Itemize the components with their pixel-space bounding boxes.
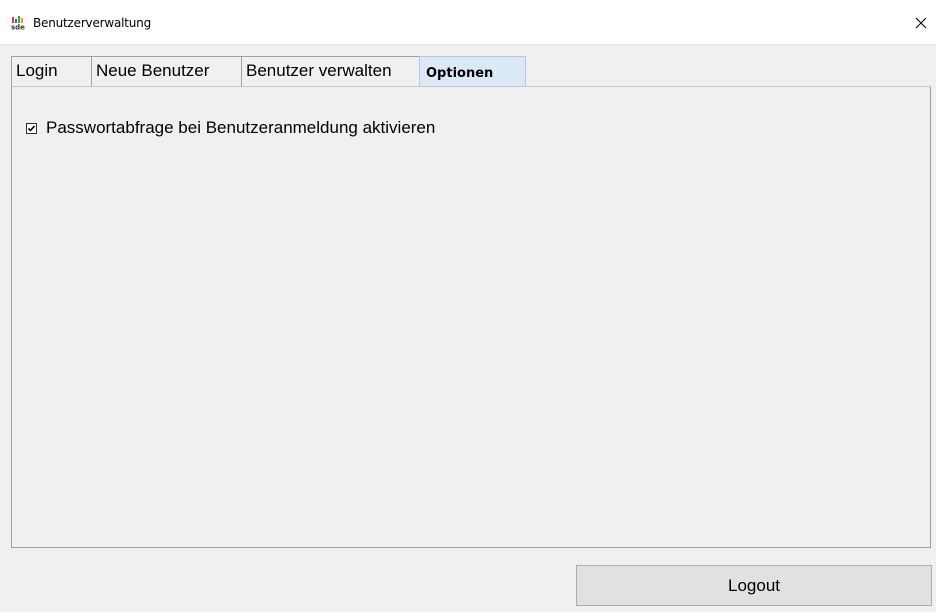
optionen-panel [11,86,931,548]
password-prompt-option[interactable]: Passwortabfrage bei Benutzeranmeldung ak… [26,118,435,138]
svg-text:sde: sde [11,24,25,31]
close-button[interactable] [906,8,936,38]
password-prompt-label: Passwortabfrage bei Benutzeranmeldung ak… [46,118,436,137]
tab-label: Neue Benutzer [96,61,210,80]
tab-benutzer-verwalten[interactable]: Benutzer verwalten [241,56,420,86]
app-icon: sde [11,16,29,32]
tab-label: Optionen [426,66,494,81]
close-icon [915,17,927,29]
tab-label: Login [16,61,58,80]
tab-strip: Login Neue Benutzer Benutzer verwalten O… [11,56,526,86]
checkmark-icon [27,124,36,132]
tab-neue-benutzer[interactable]: Neue Benutzer [91,56,242,86]
tab-optionen[interactable]: Optionen [419,56,526,86]
window-title: Benutzerverwaltung [33,16,151,30]
tab-label: Benutzer verwalten [246,61,392,80]
title-bar[interactable]: sde Benutzerverwaltung [0,0,936,45]
logout-button[interactable]: Logout [576,565,932,606]
benutzerverwaltung-window: sde Benutzerverwaltung Login Neue Benutz… [0,0,936,612]
tab-login[interactable]: Login [11,56,92,86]
password-prompt-checkbox[interactable] [26,122,37,134]
